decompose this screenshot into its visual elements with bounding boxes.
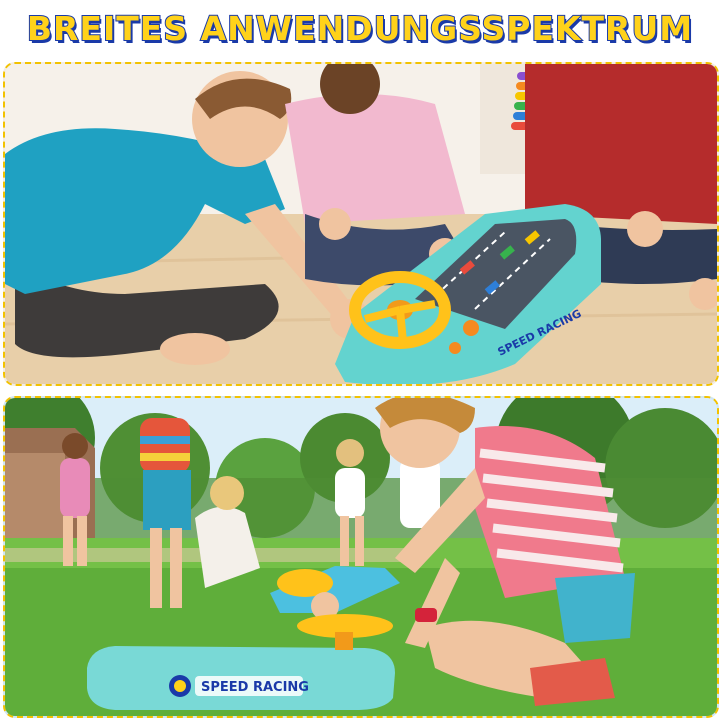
indoor-play-photo: SPEED RACING: [3, 62, 719, 386]
headline-text: BREITES ANWENDUNGSSPEKTRUM: [26, 8, 694, 49]
outdoor-scene-illustration: SPEED RACING: [5, 398, 717, 716]
outdoor-play-photo: SPEED RACING: [3, 396, 719, 718]
headline-banner: BREITES ANWENDUNGSSPEKTRUM: [0, 0, 720, 56]
indoor-scene-illustration: SPEED RACING: [5, 64, 717, 384]
toy-label-bottom: SPEED RACING: [201, 680, 309, 695]
